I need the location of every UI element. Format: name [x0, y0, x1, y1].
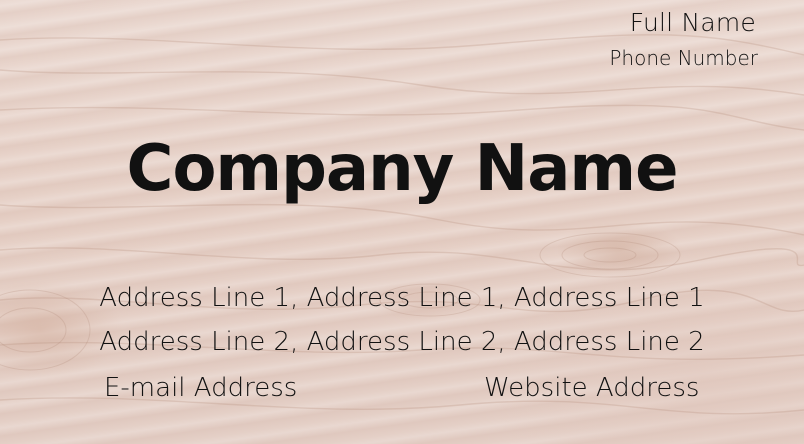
- website-address: Website Address: [484, 373, 700, 403]
- business-card: Full Name Phone Number Company Name Addr…: [0, 0, 804, 444]
- company-name: Company Name: [126, 132, 678, 206]
- phone-number: Phone Number: [609, 46, 758, 70]
- full-name: Full Name: [629, 8, 756, 37]
- address-line-2: Address Line 2, Address Line 2, Address …: [99, 327, 705, 357]
- email-address: E-mail Address: [104, 373, 298, 403]
- address-line-1: Address Line 1, Address Line 1, Address …: [99, 283, 705, 313]
